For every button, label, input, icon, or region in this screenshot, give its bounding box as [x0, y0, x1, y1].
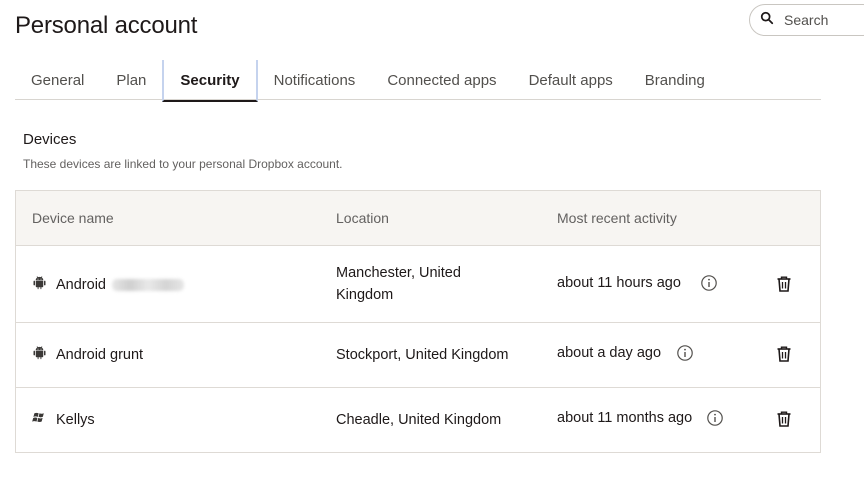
device-name: Android: [56, 276, 106, 293]
info-icon[interactable]: [700, 274, 718, 292]
tab-branding[interactable]: Branding: [629, 60, 721, 100]
table-row: Kellys Cheadle, United Kingdom about 11 …: [16, 388, 820, 453]
table-header: Device name Location Most recent activit…: [16, 191, 820, 246]
trash-icon: [775, 411, 793, 432]
devices-table: Device name Location Most recent activit…: [15, 190, 821, 453]
table-row: Android Manchester, United Kingdom about…: [16, 246, 820, 323]
search-box[interactable]: [749, 4, 864, 36]
delete-device-button[interactable]: [775, 345, 793, 367]
location-line: Cheadle, United Kingdom: [336, 412, 502, 428]
device-name-cell: Kellys: [32, 410, 95, 429]
settings-tabs: General Plan Security Notifications Conn…: [15, 60, 821, 102]
android-icon: [32, 275, 56, 294]
column-header-location: Location: [336, 210, 389, 226]
device-activity: about 11 months ago: [557, 409, 724, 427]
device-name: Kellys: [56, 411, 95, 428]
search-icon: [760, 11, 774, 30]
location-line: Kingdom: [336, 287, 394, 303]
tab-plan[interactable]: Plan: [100, 60, 162, 100]
devices-description: These devices are linked to your persona…: [23, 157, 343, 171]
device-name-cell: Android grunt: [32, 345, 143, 364]
windows-icon: [32, 410, 56, 429]
location-line: Stockport, United Kingdom: [336, 347, 509, 363]
info-icon[interactable]: [676, 344, 694, 362]
info-icon[interactable]: [706, 409, 724, 427]
delete-device-button[interactable]: [775, 410, 793, 432]
delete-device-button[interactable]: [775, 275, 793, 297]
search-input[interactable]: [784, 12, 864, 28]
page-title: Personal account: [15, 12, 198, 39]
trash-icon: [775, 276, 793, 297]
tab-general[interactable]: General: [15, 60, 100, 100]
device-location: Stockport, United Kingdom: [336, 344, 536, 366]
column-header-activity: Most recent activity: [557, 210, 677, 226]
tab-connected-apps[interactable]: Connected apps: [371, 60, 512, 100]
devices-heading: Devices: [23, 131, 77, 148]
device-location: Cheadle, United Kingdom: [336, 409, 536, 431]
tab-notifications[interactable]: Notifications: [258, 60, 372, 100]
device-name: Android grunt: [56, 346, 144, 363]
android-icon: [32, 345, 56, 364]
activity-text: about a day ago: [557, 345, 662, 361]
trash-icon: [775, 346, 793, 367]
device-location: Manchester, United Kingdom: [336, 262, 536, 306]
device-activity: about a day ago: [557, 344, 694, 362]
tab-default-apps[interactable]: Default apps: [513, 60, 629, 100]
table-row: Android grunt Stockport, United Kingdom …: [16, 323, 820, 388]
redacted-text: [111, 278, 184, 291]
activity-text: about 11 hours ago: [557, 275, 681, 291]
device-activity: about 11 hours ago: [557, 274, 718, 292]
device-name-cell: Android: [32, 275, 184, 294]
tab-security[interactable]: Security: [162, 60, 258, 102]
column-header-device-name: Device name: [32, 210, 114, 226]
location-line: Manchester, United: [336, 265, 461, 281]
activity-text: about 11 months ago: [557, 410, 693, 426]
